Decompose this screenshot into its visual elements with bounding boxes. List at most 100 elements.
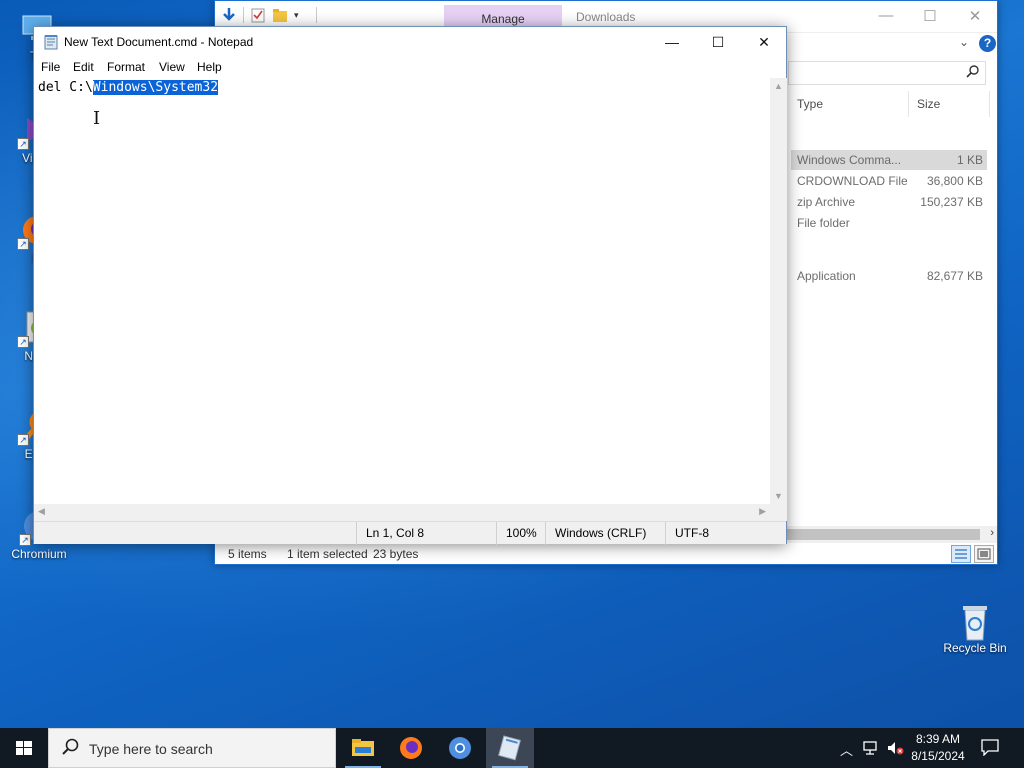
zoom-level: 100% — [496, 522, 545, 545]
file-size: 36,800 KB — [926, 174, 983, 188]
clock-time: 8:39 AM — [915, 732, 961, 746]
file-size: 150,237 KB — [920, 195, 983, 209]
notepad-status-bar: Ln 1, Col 8 100% Windows (CRLF) UTF-8 — [34, 521, 786, 545]
search-icon — [61, 738, 79, 761]
explorer-horizontal-scrollbar[interactable]: › — [785, 526, 997, 543]
taskbar-chromium[interactable] — [436, 728, 484, 768]
new-folder-icon[interactable] — [272, 7, 288, 23]
recycle-bin-icon — [957, 602, 993, 641]
properties-icon[interactable] — [250, 7, 266, 23]
details-view-icon[interactable] — [951, 545, 971, 563]
notepad-menu-bar: File Edit Format View Help — [34, 58, 786, 78]
menu-view[interactable]: View — [159, 60, 185, 74]
file-row[interactable]: CRDOWNLOAD File 36,800 KB — [791, 171, 987, 191]
text-line: del C:\Windows\System32 — [38, 80, 219, 95]
show-hidden-icons-icon[interactable]: ︿ — [840, 740, 853, 759]
selected-text: Windows\System32 — [92, 80, 219, 95]
scrollbar-thumb[interactable] — [785, 529, 980, 540]
column-divider[interactable] — [989, 91, 990, 117]
file-row[interactable]: Application 82,677 KB — [791, 266, 987, 286]
text-cursor-icon: I — [93, 108, 101, 129]
file-type: CRDOWNLOAD File — [797, 174, 908, 188]
notepad-icon — [43, 34, 59, 50]
menu-edit[interactable]: Edit — [73, 60, 94, 74]
scroll-left-icon[interactable]: ◀ — [38, 506, 45, 517]
clock-date: 8/15/2024 — [911, 749, 965, 763]
file-row[interactable]: Windows Comma... 1 KB — [791, 150, 987, 170]
selection-size: 23 bytes — [373, 547, 419, 561]
search-icon — [966, 65, 979, 81]
taskbar-notepad[interactable] — [486, 728, 534, 768]
ribbon-expand-icon[interactable]: ⌄ — [959, 35, 969, 49]
chromium-icon — [449, 737, 471, 759]
line-ending: Windows (CRLF) — [545, 522, 665, 545]
toolbar-divider — [316, 7, 317, 23]
notepad-title-bar[interactable]: New Text Document.cmd - Notepad — ☐ ✕ — [34, 27, 786, 58]
firefox-icon — [400, 737, 422, 759]
download-arrow-icon[interactable] — [221, 7, 237, 23]
file-type: zip Archive — [797, 195, 856, 209]
desktop-icon-label: Chromium — [11, 547, 67, 561]
quick-access-toolbar: ▾ — [221, 7, 317, 23]
file-type: Application — [797, 269, 856, 283]
notepad-vertical-scrollbar[interactable]: ▲ ▼ — [770, 78, 787, 504]
menu-file[interactable]: File — [41, 60, 60, 74]
file-size: 82,677 KB — [926, 269, 983, 283]
shortcut-arrow-icon: ↗ — [17, 434, 29, 446]
customize-toolbar-icon[interactable]: ▾ — [294, 7, 310, 23]
notification-center-icon[interactable] — [980, 738, 1000, 761]
scroll-right-icon[interactable]: › — [990, 527, 994, 539]
search-input[interactable] — [788, 61, 986, 85]
taskbar-clock[interactable]: 8:39 AM 8/15/2024 — [906, 731, 970, 765]
search-placeholder: Type here to search — [89, 741, 213, 757]
file-row[interactable]: File folder — [791, 213, 987, 233]
explorer-window-title: Downloads — [576, 10, 636, 24]
scroll-down-icon[interactable]: ▼ — [774, 491, 783, 501]
shortcut-arrow-icon: ↗ — [17, 138, 29, 150]
start-button[interactable] — [0, 728, 48, 768]
taskbar-firefox[interactable] — [387, 728, 435, 768]
notepad-minimize-button[interactable]: — — [649, 27, 695, 57]
scroll-right-icon[interactable]: ▶ — [759, 506, 766, 517]
encoding: UTF-8 — [665, 522, 786, 545]
explorer-close-button[interactable]: ✕ — [955, 7, 995, 25]
scroll-up-icon[interactable]: ▲ — [774, 81, 783, 91]
notepad-horizontal-scrollbar[interactable]: ◀ ▶ — [34, 504, 770, 521]
menu-help[interactable]: Help — [197, 60, 222, 74]
windows-logo-icon — [16, 741, 32, 755]
menu-format[interactable]: Format — [107, 60, 145, 74]
explorer-status-bar: 5 items 1 item selected 23 bytes — [215, 544, 997, 565]
file-size: 1 KB — [956, 153, 983, 167]
desktop-icon-label: Recycle Bin — [943, 641, 1007, 655]
taskbar-file-explorer[interactable] — [339, 728, 387, 768]
large-icons-view-icon[interactable] — [974, 545, 994, 563]
shortcut-arrow-icon: ↗ — [19, 534, 31, 546]
column-header-type[interactable]: Type — [797, 97, 823, 111]
shortcut-arrow-icon: ↗ — [17, 336, 29, 348]
network-icon[interactable] — [862, 740, 880, 759]
file-explorer-icon — [352, 739, 374, 756]
notepad-maximize-button[interactable]: ☐ — [695, 27, 741, 57]
notepad-icon — [498, 735, 521, 761]
cursor-position: Ln 1, Col 8 — [356, 522, 496, 545]
taskbar: Type here to search ︿ 8:39 AM 8/15/2024 — [0, 728, 1024, 768]
scrollbar-corner — [770, 504, 787, 521]
notepad-close-button[interactable]: ✕ — [741, 27, 787, 57]
item-count: 5 items — [228, 547, 267, 561]
column-header-size[interactable]: Size — [917, 97, 940, 111]
notepad-text-area[interactable]: del C:\Windows\System32 I — [34, 78, 770, 504]
file-type: Windows Comma... — [797, 153, 902, 167]
file-type: File folder — [797, 216, 850, 230]
shortcut-arrow-icon: ↗ — [17, 238, 29, 250]
notepad-window[interactable]: New Text Document.cmd - Notepad — ☐ ✕ Fi… — [33, 26, 787, 545]
explorer-maximize-button[interactable]: ☐ — [910, 7, 950, 25]
taskbar-search-box[interactable]: Type here to search — [48, 728, 336, 768]
selection-count: 1 item selected — [287, 547, 368, 561]
file-row[interactable]: zip Archive 150,237 KB — [791, 192, 987, 212]
desktop-icon-recycle-bin[interactable]: Recycle Bin — [938, 602, 1012, 655]
text-content: del C:\ — [38, 80, 93, 95]
volume-muted-icon[interactable] — [886, 740, 904, 759]
help-button[interactable]: ? — [979, 35, 996, 52]
column-divider[interactable] — [908, 91, 909, 117]
explorer-minimize-button[interactable]: — — [866, 7, 906, 24]
